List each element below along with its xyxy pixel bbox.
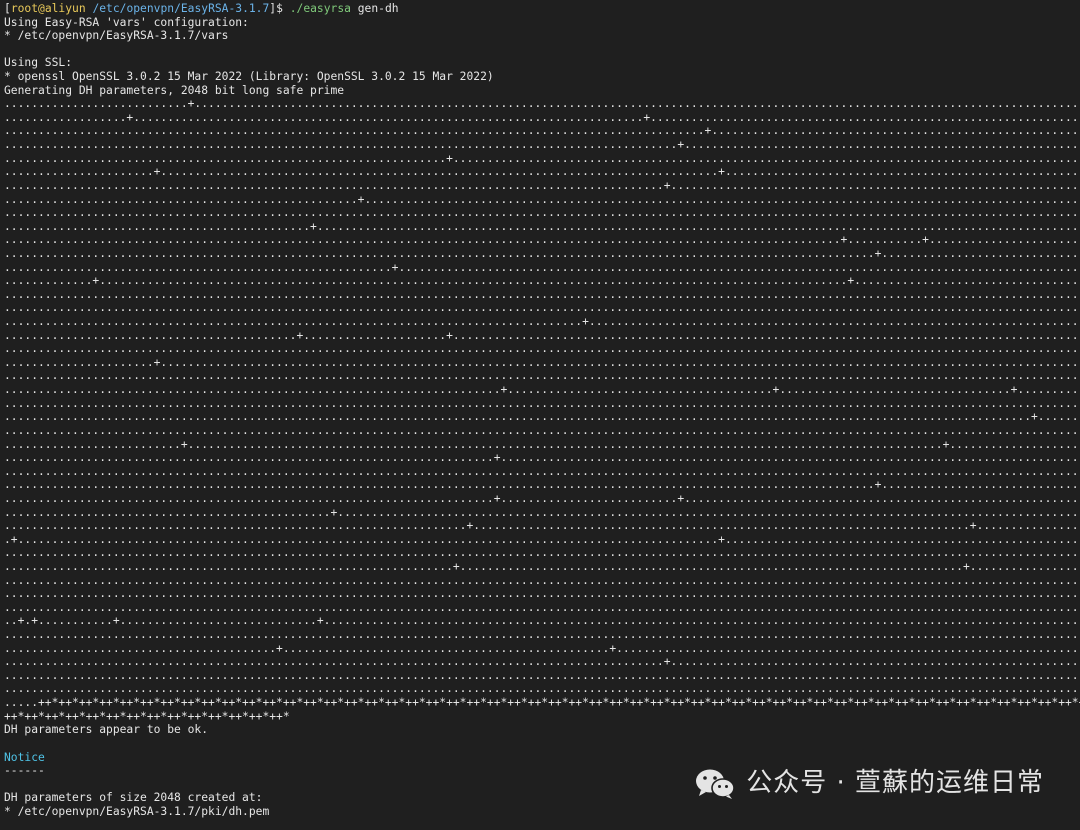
progress-line: ........................................…	[4, 246, 1080, 260]
progress-line: ......................+.................…	[4, 165, 1080, 179]
progress-line: ........................................…	[4, 655, 1080, 669]
output-line: Using Easy-RSA 'vars' configuration:	[4, 15, 249, 29]
progress-line: ........................................…	[4, 600, 1080, 614]
progress-line: ........................................…	[4, 410, 1080, 424]
progress-line: ........................................…	[4, 491, 1080, 505]
progress-line: ........................................…	[4, 519, 1080, 533]
progress-line: ........................................…	[4, 219, 1080, 233]
prompt-path: /etc/openvpn/EasyRSA-3.1.7	[92, 2, 270, 15]
progress-line: .....++*++*++*++*++*++*++*++*++*++*++*++…	[4, 696, 1080, 710]
watermark: 公众号 · 萱蘇的运维日常	[640, 738, 1080, 830]
progress-line: ........................................…	[4, 328, 1080, 342]
progress-line: ........................................…	[4, 151, 1080, 165]
progress-line: ........................................…	[4, 505, 1080, 519]
progress-line: .+......................................…	[4, 532, 1080, 546]
progress-line: ........................................…	[4, 546, 1080, 560]
progress-line: ........................................…	[4, 559, 1080, 573]
output-footer: DH parameters appear to be ok.	[4, 723, 1080, 737]
progress-line: ..+.+...........+.......................…	[4, 614, 1080, 628]
progress-line: ........................................…	[4, 138, 1080, 152]
progress-line: ...........................+............…	[4, 97, 1080, 111]
progress-line: ........................................…	[4, 628, 1080, 642]
output-line: * openssl OpenSSL 3.0.2 15 Mar 2022 (Lib…	[4, 70, 494, 84]
progress-line: ..........................+.............…	[4, 437, 1080, 451]
progress-line: ......................+.................…	[4, 355, 1080, 369]
dh-progress-output: ...........................+............…	[4, 97, 1080, 723]
progress-line: ........................................…	[4, 287, 1080, 301]
progress-line: ........................................…	[4, 301, 1080, 315]
output-line: DH parameters appear to be ok.	[4, 723, 209, 737]
progress-line: ........................................…	[4, 124, 1080, 138]
progress-line: ........................................…	[4, 315, 1080, 329]
progress-line: ........................................…	[4, 192, 1080, 206]
progress-line: ........................................…	[4, 451, 1080, 465]
progress-line: ........................................…	[4, 587, 1080, 601]
progress-line: ........................................…	[4, 396, 1080, 410]
progress-line: ++*++*++*++*++*++*++*++*++*++*++*++*++*+…	[4, 709, 290, 723]
output-line: Generating DH parameters, 2048 bit long …	[4, 83, 345, 97]
output-header: Using Easy-RSA 'vars' configuration: * /e…	[4, 16, 1080, 98]
progress-line: ........................................…	[4, 178, 1080, 192]
progress-line: ........................................…	[4, 260, 1080, 274]
progress-line: ........................................…	[4, 464, 1080, 478]
watermark-text: 公众号 · 萱蘇的运维日常	[746, 768, 1044, 799]
progress-line: ........................................…	[4, 369, 1080, 383]
progress-line: ........................................…	[4, 383, 1080, 397]
progress-line: ........................................…	[4, 478, 1080, 492]
prompt-close-bracket: ]$	[269, 2, 283, 15]
command-executable: ./easyrsa	[289, 2, 351, 15]
progress-line: .............+..........................…	[4, 274, 1080, 288]
command-prompt-line: [root@aliyun /etc/openvpn/EasyRSA-3.1.7]…	[4, 2, 1080, 16]
progress-line: ........................................…	[4, 423, 1080, 437]
progress-line: ........................................…	[4, 682, 1080, 696]
command-args: gen-dh	[357, 2, 399, 15]
progress-line: ........................................…	[4, 342, 1080, 356]
terminal-window[interactable]: [root@aliyun /etc/openvpn/EasyRSA-3.1.7]…	[0, 0, 1080, 830]
wechat-icon	[696, 769, 736, 799]
progress-line: ........................................…	[4, 668, 1080, 682]
prompt-open-bracket: [	[4, 2, 11, 15]
progress-line: ..................+.....................…	[4, 110, 1080, 124]
progress-line: ........................................…	[4, 641, 1080, 655]
output-line: * /etc/openvpn/EasyRSA-3.1.7/vars	[4, 29, 229, 43]
progress-line: ........................................…	[4, 573, 1080, 587]
progress-line: ........................................…	[4, 233, 1080, 247]
output-line: Using SSL:	[4, 56, 73, 70]
prompt-user-host: root@aliyun	[10, 2, 86, 15]
progress-line: ........................................…	[4, 206, 1080, 220]
